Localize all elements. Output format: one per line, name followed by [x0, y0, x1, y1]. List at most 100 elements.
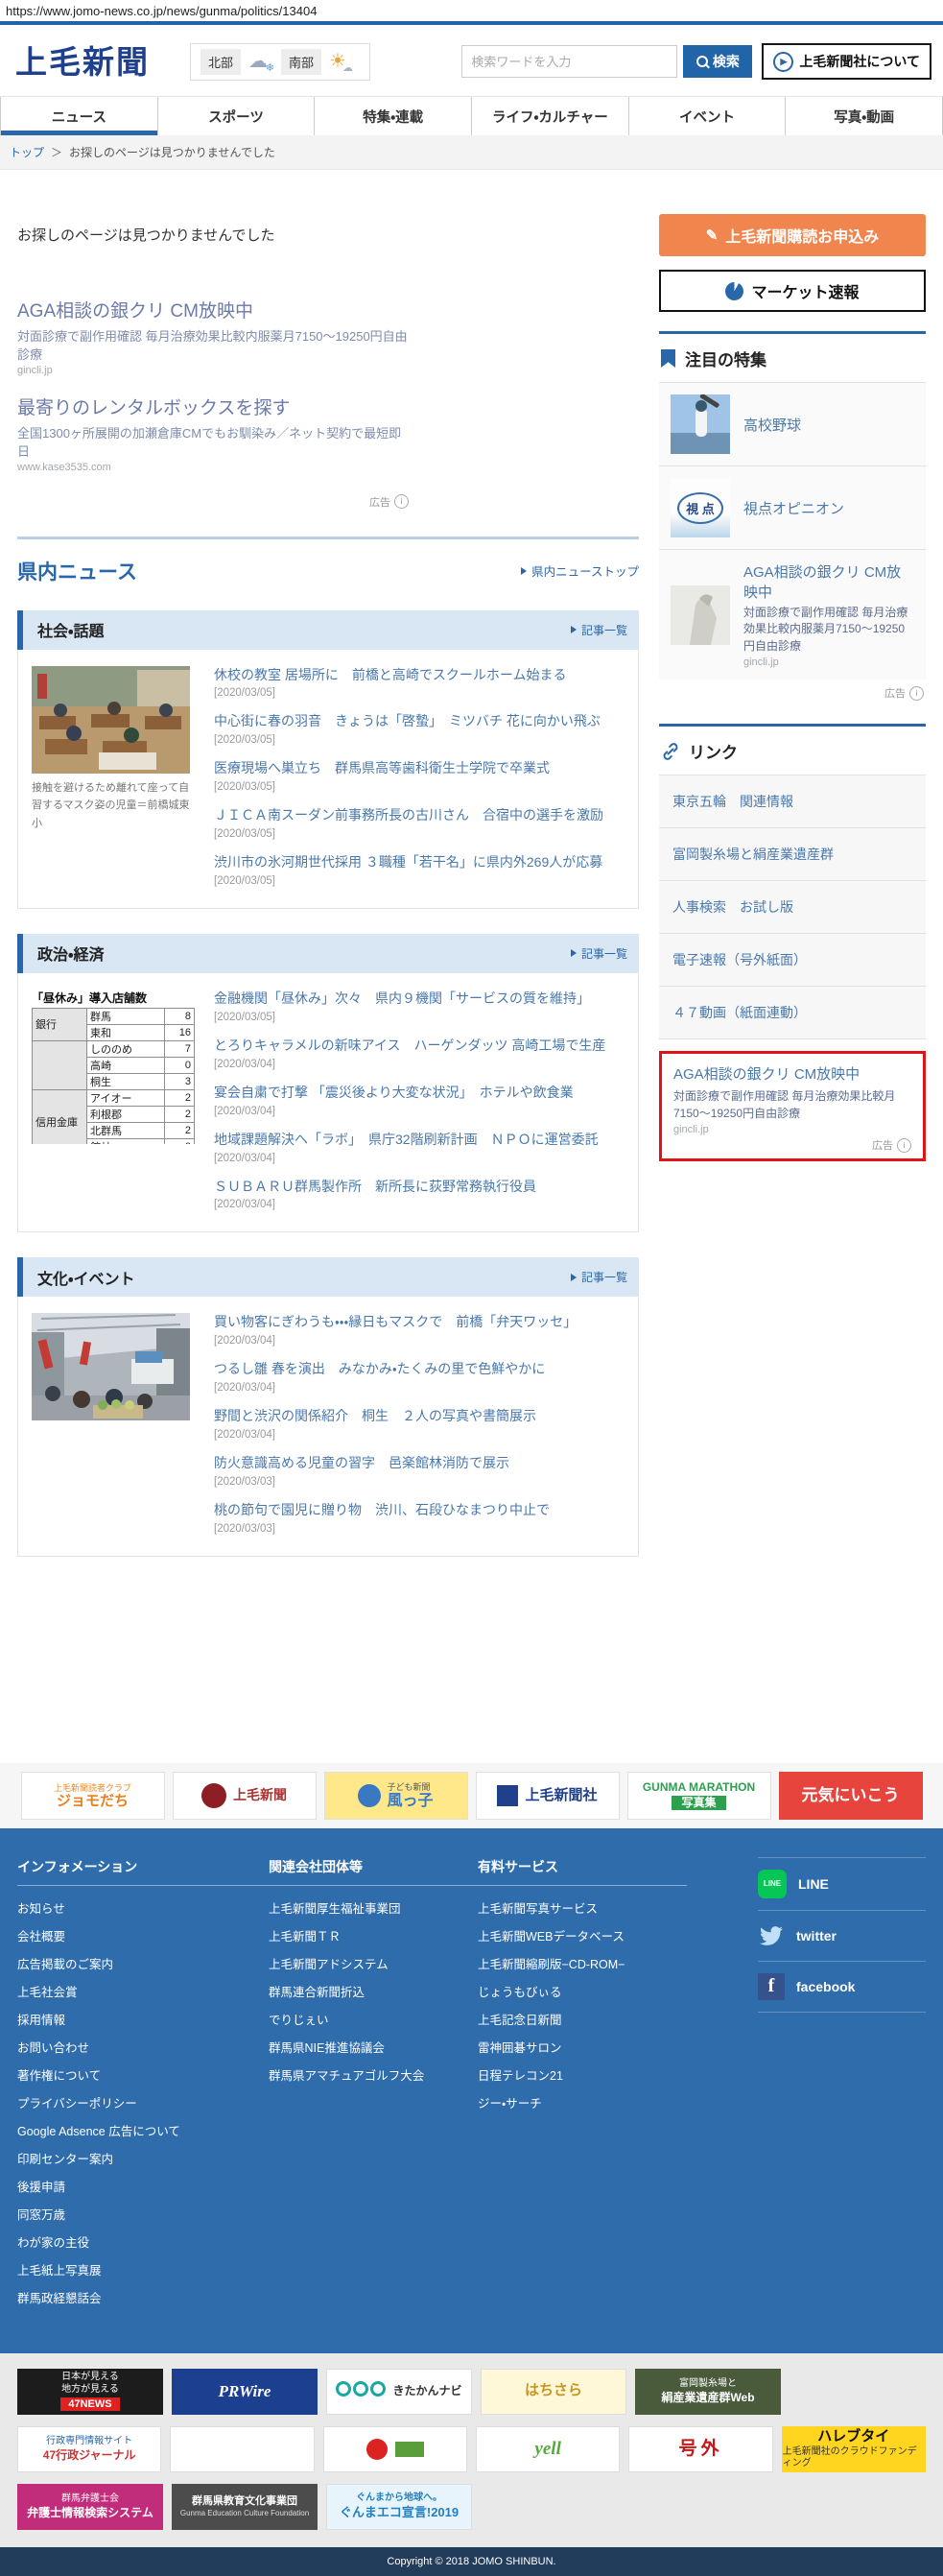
social-line-link[interactable]: LINE LINE [758, 1856, 926, 1911]
ad-title[interactable]: 最寄りのレンタルボックスを探す [17, 397, 409, 420]
article-link[interactable]: ＪＩＣＡ南スーダン前事務所長の古川さん 合宿中の選手を激励 [214, 806, 625, 824]
highlighted-ad-box[interactable]: AGA相談の銀クリ CM放映中 対面診療で副作用確認 毎月治療効果比較月7150… [659, 1051, 926, 1162]
footer-link[interactable]: お知らせ [17, 1896, 269, 1923]
featured-item[interactable]: 高校野球 [659, 382, 926, 465]
footer-link[interactable]: 上毛社会賞 [17, 1979, 269, 2007]
article-list-link[interactable]: 記事一覧 [570, 622, 627, 638]
footer-link[interactable]: 著作権について [17, 2063, 269, 2090]
text-ad[interactable]: 最寄りのレンタルボックスを探す 全国1300ヶ所展開の加瀬倉庫CMでもお馴染み／… [17, 397, 409, 473]
street-market-photo[interactable] [32, 1313, 190, 1421]
footer-link[interactable]: 上毛記念日新聞 [478, 2007, 687, 2035]
banner-gunma-marathon[interactable]: GUNMA MARATHON 写真集 [626, 1771, 771, 1820]
ad-choices-note[interactable]: 広告 i [17, 494, 409, 510]
tab-life-culture[interactable]: ライフ・カルチャー [472, 97, 629, 135]
footer-link[interactable]: 上毛新聞厚生福祉事業団 [269, 1896, 478, 1923]
footer-link[interactable]: 広告掲載のご案内 [17, 1951, 269, 1979]
banner-kitakan-navi[interactable]: きたかんナビ [326, 2368, 472, 2415]
article-link[interactable]: つるし雛 春を演出 みなかみ・たくみの里で色鮮やかに [214, 1360, 625, 1378]
footer-link[interactable]: ジー・サーチ [478, 2090, 687, 2118]
footer-link[interactable]: 印刷センター案内 [17, 2146, 269, 2174]
sidebar-link-olympics[interactable]: 東京五輪 関連情報 [659, 775, 926, 828]
article-list-link[interactable]: 記事一覧 [570, 945, 627, 962]
ad-choices-note[interactable]: 広告 i [673, 1137, 911, 1153]
article-link[interactable]: 防火意識高める児童の習字 邑楽館林消防で展示 [214, 1454, 625, 1472]
tab-news[interactable]: ニュース [0, 97, 158, 135]
article-link[interactable]: とろりキャラメルの新味アイス ハーゲンダッツ 高崎工場で生産 [214, 1037, 625, 1055]
footer-link[interactable]: 群馬県NIE推進協議会 [269, 2035, 478, 2063]
footer-link[interactable]: プライバシーポリシー [17, 2090, 269, 2118]
footer-link[interactable]: じょうもびぃる [478, 1979, 687, 2007]
banner-harebutai[interactable]: ハレブタイ 上毛新聞社のクラウドファンディング [781, 2425, 926, 2472]
article-link[interactable]: 地域課題解決へ「ラボ」 県庁32階刷新計画 ＮＰＯに運営委託 [214, 1131, 625, 1149]
banner-kyoiku-bunka[interactable]: 群馬県教育文化事業団 Gunma Education Culture Founda… [172, 2483, 318, 2530]
article-link[interactable]: 野間と渋沢の関係紹介 桐生 ２人の写真や書簡展示 [214, 1407, 625, 1425]
search-input[interactable] [461, 45, 678, 78]
article-link[interactable]: 桃の節句で園児に贈り物 渋川、石段ひなまつり中止で [214, 1501, 625, 1519]
banner-jomo-shimbunsha[interactable]: 上毛新聞社 [475, 1771, 620, 1820]
banner-genki[interactable]: 元気にいこう [778, 1771, 923, 1820]
footer-link[interactable]: 上毛新聞WEBデータベース [478, 1923, 687, 1951]
banner-jomodachi[interactable]: 上毛新聞読者クラブ ジョモだち [20, 1771, 165, 1820]
featured-item[interactable]: 視 点 視点オピニオン [659, 465, 926, 549]
breadcrumb-home-link[interactable]: トップ [10, 146, 44, 159]
social-twitter-link[interactable]: twitter [758, 1911, 926, 1962]
sidebar-link-denshi[interactable]: 電子速報（号外紙面） [659, 933, 926, 987]
classroom-photo[interactable] [32, 665, 190, 774]
footer-link[interactable]: 同窓万歳 [17, 2202, 269, 2230]
ad-title[interactable]: AGA相談の銀クリ CM放映中 [17, 300, 409, 323]
banner-jomo-shimbun[interactable]: 上毛新聞 [172, 1771, 317, 1820]
article-link[interactable]: ＳＵＢＡＲＵ群馬製作所 新所長に荻野常務執行役員 [214, 1178, 625, 1196]
banner-47news[interactable]: 日本が見える 地方が見える 47NEWS [17, 2368, 163, 2415]
footer-link[interactable]: 上毛新聞ＴＲ [269, 1923, 478, 1951]
about-company-button[interactable]: ▶ 上毛新聞社について [762, 43, 931, 80]
banner-yell[interactable]: yell [475, 2425, 621, 2472]
tab-events[interactable]: イベント [628, 97, 787, 135]
banner-hachisara[interactable]: はちさら [481, 2368, 626, 2415]
text-ad[interactable]: AGA相談の銀クリ CM放映中 対面診療で副作用確認 毎月治療効果比較内服薬月7… [17, 300, 409, 376]
article-link[interactable]: 休校の教室 居場所に 前橋と高崎でスクールホーム始まる [214, 666, 625, 684]
footer-link[interactable]: 上毛新聞アドシステム [269, 1951, 478, 1979]
banner-gyosei-journal[interactable]: 行政専門情報サイト 47行政ジャーナル [17, 2425, 162, 2472]
banner-kazekko[interactable]: 子ども新聞 風っ子 [323, 1771, 468, 1820]
footer-link[interactable]: 日程テレコン21 [478, 2063, 687, 2090]
sidebar-link-47video[interactable]: ４７動画（紙面連動） [659, 986, 926, 1040]
sidebar-link-jinji[interactable]: 人事検索 お試し版 [659, 880, 926, 934]
footer-link[interactable]: お問い合わせ [17, 2035, 269, 2063]
sidebar-link-tomioka[interactable]: 富岡製糸場と絹産業遺産群 [659, 827, 926, 881]
footer-link[interactable]: 群馬連合新聞折込 [269, 1979, 478, 2007]
article-link[interactable]: 渋川市の氷河期世代採用 ３職種「若干名」に県内外269人が応募 [214, 853, 625, 871]
banner-nihonichi[interactable] [322, 2425, 467, 2472]
article-link[interactable]: 中心街に春の羽音 きょうは「啓蟄」 ミツバチ 花に向かい飛ぶ [214, 712, 625, 730]
footer-link[interactable]: 会社概要 [17, 1923, 269, 1951]
market-report-button[interactable]: マーケット速報 [659, 270, 926, 312]
social-facebook-link[interactable]: f facebook [758, 1962, 926, 2013]
subscribe-button[interactable]: ✎ 上毛新聞購読お申込み [659, 214, 926, 256]
ad-choices-note[interactable]: 広告 i [659, 681, 926, 704]
banner-food-mosaic[interactable] [170, 2425, 315, 2472]
footer-link[interactable]: 上毛新聞縮刷版−CD-ROM− [478, 1951, 687, 1979]
article-link[interactable]: 医療現場へ巣立ち 群馬県高等歯科衛生士学院で卒業式 [214, 759, 625, 777]
article-link[interactable]: 金融機関「昼休み」次々 県内９機関「サービスの質を維持」 [214, 990, 625, 1008]
footer-link[interactable]: 上毛紙上写真展 [17, 2257, 269, 2285]
banner-gunma-eco[interactable]: ぐんまから地球へ。 ぐんまエコ宣言!2019 [326, 2483, 472, 2530]
banner-tomioka-web[interactable]: 富岡製糸場と 絹産業遺産群Web [635, 2368, 781, 2415]
footer-link[interactable]: 雷神囲碁サロン [478, 2035, 687, 2063]
footer-link[interactable]: 採用情報 [17, 2007, 269, 2035]
featured-ad-item[interactable]: AGA相談の銀クリ CM放映中 対面診療で副作用確認 毎月治療効果比較内服薬月7… [659, 549, 926, 680]
footer-link[interactable]: 群馬政経懇話会 [17, 2285, 269, 2313]
banner-gogai[interactable]: 号外 [628, 2425, 773, 2472]
ad-title[interactable]: AGA相談の銀クリ CM放映中 [673, 1063, 911, 1084]
search-button[interactable]: 検索 [683, 45, 753, 78]
footer-link[interactable]: わが家の主役 [17, 2230, 269, 2257]
article-link[interactable]: 宴会自粛で打撃 「震災後より大変な状況」 ホテルや飲食業 [214, 1084, 625, 1102]
footer-link[interactable]: 上毛新聞写真サービス [478, 1896, 687, 1923]
article-list-link[interactable]: 記事一覧 [570, 1269, 627, 1285]
tab-features[interactable]: 特集・連載 [315, 97, 473, 135]
prefecture-news-top-link[interactable]: 県内ニューストップ [521, 561, 639, 580]
section-table-figure[interactable]: 「昼休み」導入店舗数 銀行 群馬 8 東和 16 しののめ 7 高崎 0 桐生 3 信用金庫… [32, 990, 197, 1224]
tab-sports[interactable]: スポーツ [157, 97, 316, 135]
footer-link[interactable]: でりじぇい [269, 2007, 478, 2035]
footer-link[interactable]: 後援申請 [17, 2174, 269, 2202]
article-link[interactable]: 買い物客にぎわうも・・・縁日もマスクで 前橋「弁天ワッセ」 [214, 1313, 625, 1331]
banner-bengoshikai[interactable]: 群馬弁護士会 弁護士情報検索システム [17, 2483, 163, 2530]
